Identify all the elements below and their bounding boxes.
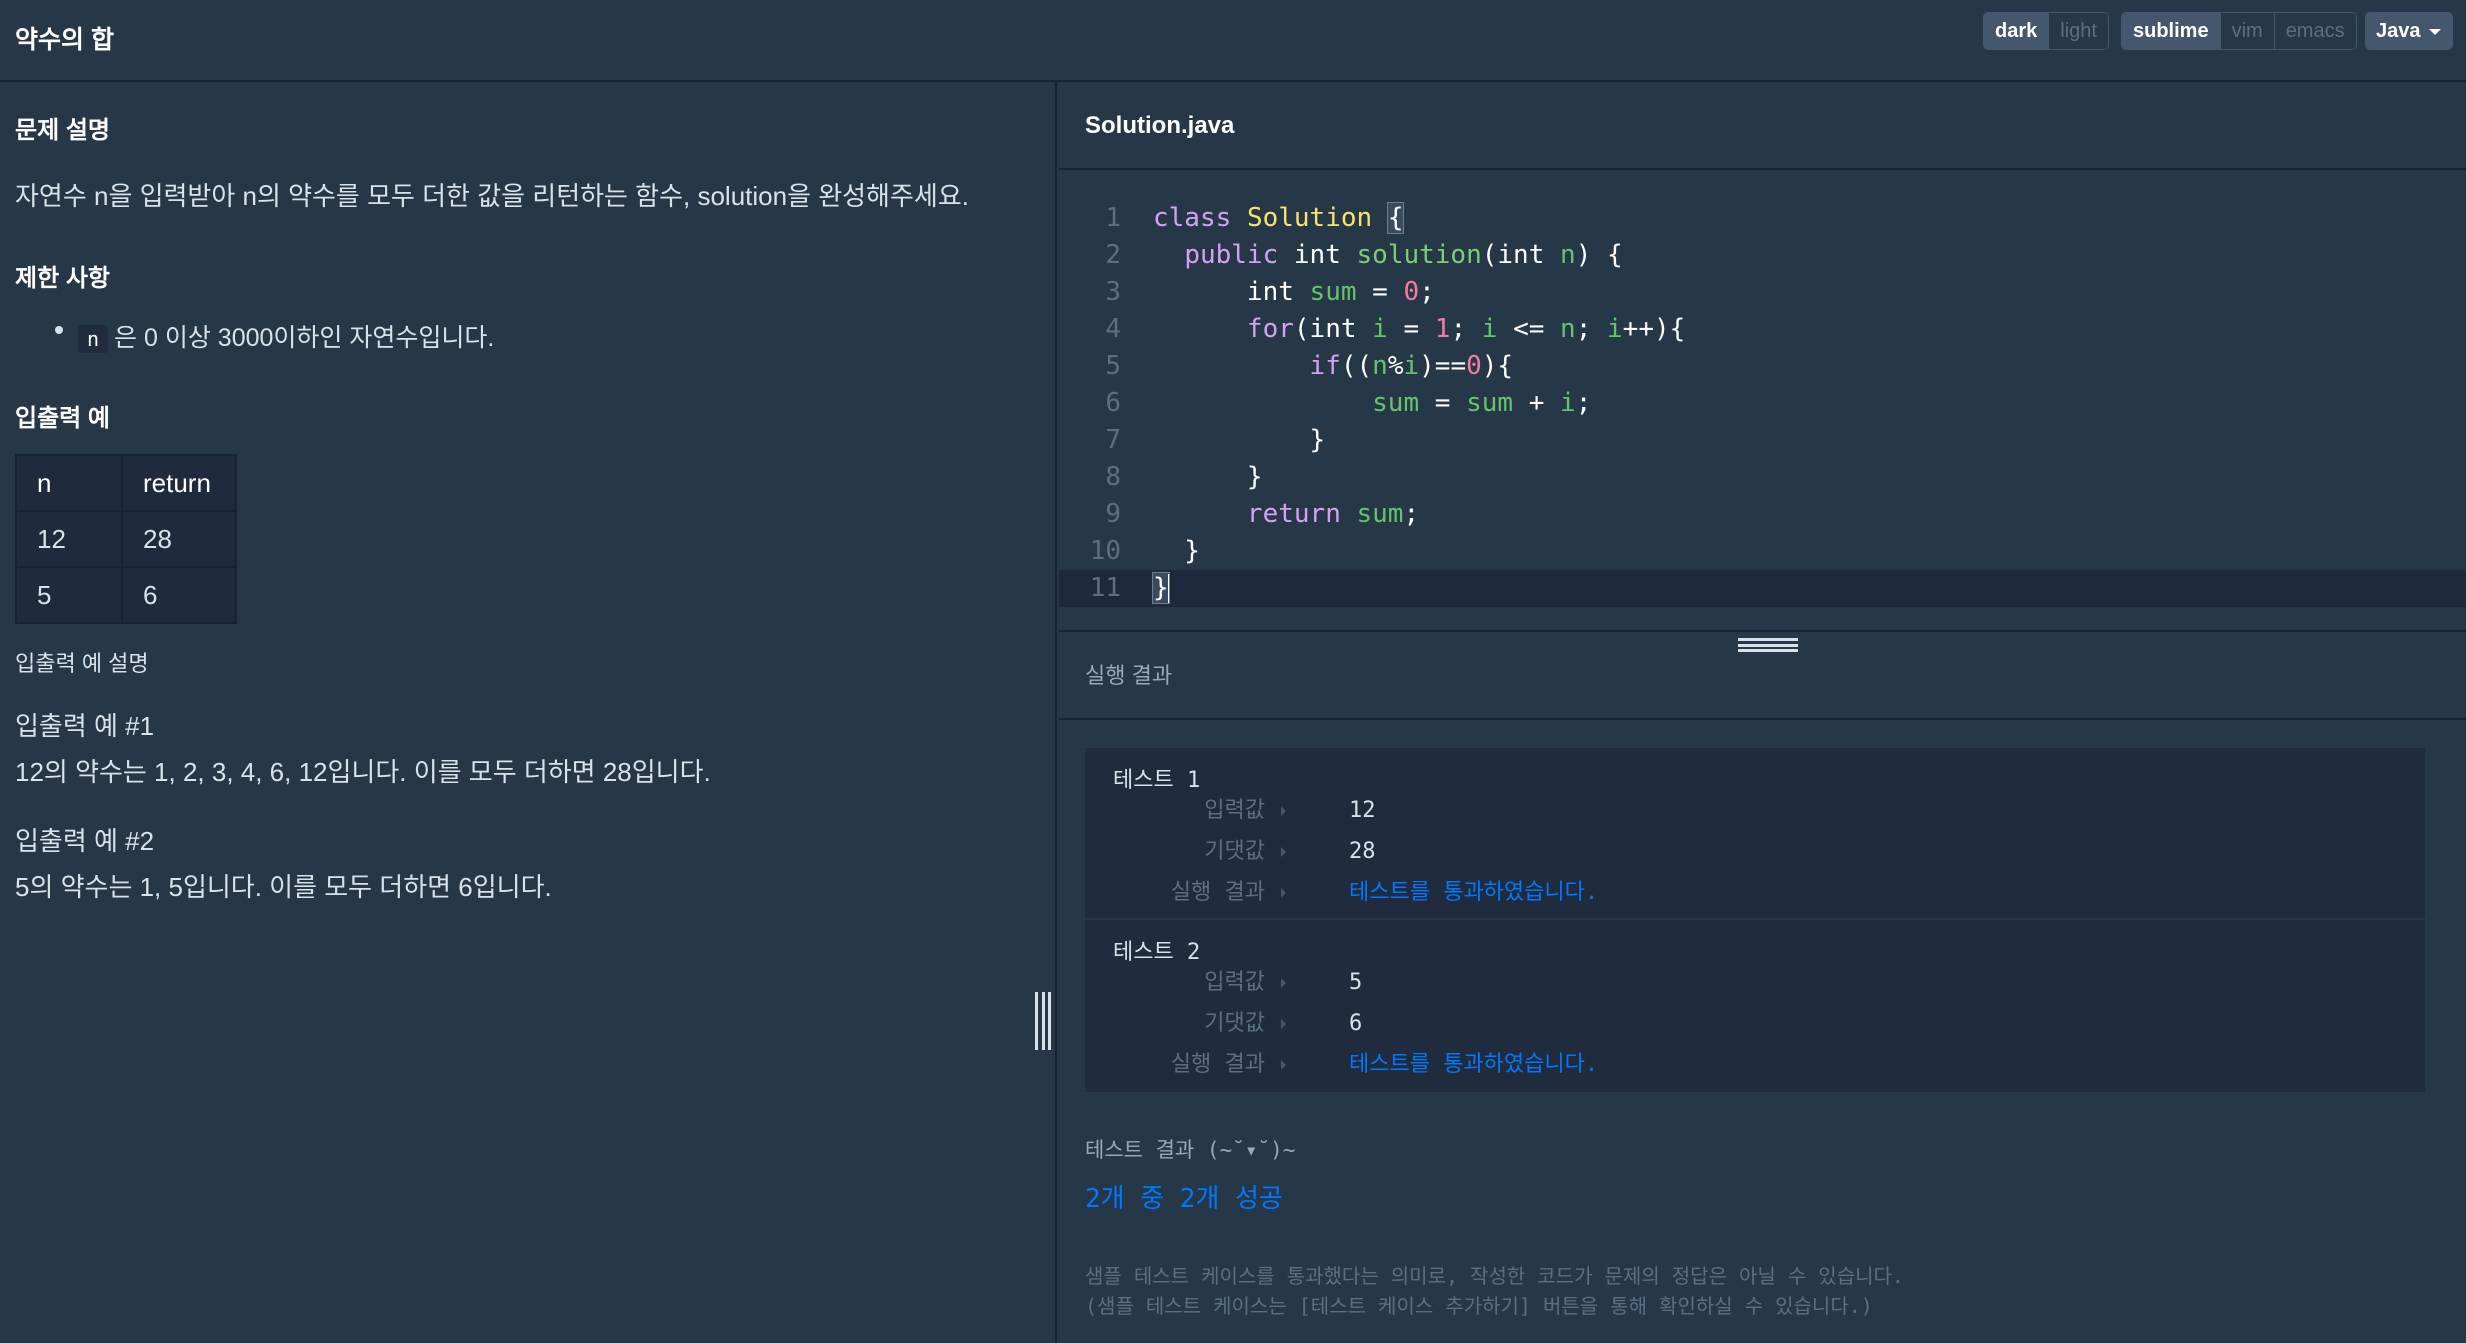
result-pass-text: 테스트를 통과하였습니다. [1349,880,1599,905]
example1-title: 입출력 예 #1 [15,711,155,741]
chevron-right-icon [1281,1019,1286,1029]
chevron-right-icon [1281,806,1286,816]
expected-label: 기댓값 [1204,1011,1265,1036]
example1-text: 12의 약수는 1, 2, 3, 4, 6, 12입니다. 이를 모두 더하면 … [15,757,711,787]
code-editor[interactable]: 1 class Solution { 2 public int solution(… [1059,200,2466,620]
constraint-item: n은 0 이상 3000이하인 자연수입니다. [78,318,494,354]
test-name: 테스트 1 [1113,768,1201,793]
code-line: 7 } [1105,425,1326,455]
constraint-text: 은 0 이상 3000이하인 자연수입니다. [114,324,495,352]
table-cell: 5 [15,566,123,624]
test-expected-row: 기댓값 6 [1085,1009,2425,1039]
code-line: 6 sum = sum + i; [1105,388,1592,418]
note-line: (샘플 테스트 케이스는 [테스트 케이스 추가하기] 버튼을 통해 확인하실 … [1085,1294,1873,1318]
test-case: 테스트 1 입력값 12 기댓값 28 실행 결과 테스트를 통과하였습니다. [1085,748,2425,920]
code-line: 3 int sum = 0; [1105,277,1435,307]
test-input-row: 입력값 12 [1085,796,2425,826]
input-label: 입력값 [1204,798,1265,823]
theme-dark-button[interactable]: dark [1984,13,2050,49]
test-input-row: 입력값 5 [1085,968,2425,998]
test-expected-row: 기댓값 28 [1085,837,2425,867]
code-line: 8 } [1105,462,1263,492]
input-value: 12 [1349,798,1376,823]
language-dropdown[interactable]: Java [2365,12,2453,50]
table-cell: 28 [121,510,237,568]
top-header: 약수의 합 dark light sublime vim emacs Java [0,0,2466,82]
test-results: 테스트 1 입력값 12 기댓값 28 실행 결과 테스트를 통과하였습니다. … [1085,748,2425,1092]
table-row: 12 28 [15,510,237,568]
io-example-table: n return 12 28 5 6 [15,454,237,624]
chevron-right-icon [1281,978,1286,988]
divider [1059,630,2466,632]
keymap-vim-button[interactable]: vim [2220,13,2275,49]
horizontal-resize-handle[interactable] [1738,638,1798,652]
expected-label: 기댓값 [1204,839,1265,864]
vertical-resize-handle[interactable] [1035,992,1051,1050]
expected-value: 6 [1349,1011,1363,1036]
section-description-heading: 문제 설명 [15,117,110,144]
table-header-n: n [15,454,123,512]
code-line: 10 } [1089,536,1200,566]
keymap-toggle: sublime vim emacs [2121,12,2357,50]
code-line: 1 class Solution { [1105,202,1405,234]
table-cell: 12 [15,510,123,568]
code-line: 4 for(int i = 1; i <= n; i++){ [1105,314,1686,344]
summary-result: 2개 중 2개 성공 [1085,1184,1283,1214]
summary-title: 테스트 결과 (~˘▾˘)~ [1085,1138,1296,1162]
bullet-icon [55,326,63,334]
language-label: Java [2376,20,2421,42]
note-line: 샘플 테스트 케이스를 통과했다는 의미로, 작성한 코드가 문제의 정답은 아… [1085,1264,1904,1288]
problem-title: 약수의 합 [15,26,114,54]
result-pass-text: 테스트를 통과하였습니다. [1349,1052,1599,1077]
chevron-right-icon [1281,847,1286,857]
caret-down-icon [2429,29,2441,35]
example2-title: 입출력 예 #2 [15,826,155,856]
test-result-row: 실행 결과 테스트를 통과하였습니다. [1085,878,2425,908]
file-name: Solution.java [1085,112,1235,139]
constraint-code: n [78,325,109,353]
code-line: 2 public int solution(int n) { [1105,240,1623,270]
section-examples-heading: 입출력 예 [15,405,110,432]
table-header-row: n return [15,454,237,512]
chevron-right-icon [1281,1060,1286,1070]
expected-value: 28 [1349,839,1376,864]
divider [1059,718,2466,720]
run-result-title: 실행 결과 [1085,663,1173,688]
code-line-active: 11} [1059,570,2466,607]
table-cell: 6 [121,566,237,624]
keymap-emacs-button[interactable]: emacs [2274,13,2356,49]
example2-text: 5의 약수는 1, 5입니다. 이를 모두 더하면 6입니다. [15,872,552,902]
theme-toggle: dark light [1983,12,2109,50]
keymap-sublime-button[interactable]: sublime [2122,13,2221,49]
input-value: 5 [1349,970,1363,995]
problem-description: 자연수 n을 입력받아 n의 약수를 모두 더한 값을 리턴하는 함수, sol… [15,181,969,211]
test-result-row: 실행 결과 테스트를 통과하였습니다. [1085,1050,2425,1080]
file-tab: Solution.java [1059,82,2466,170]
editor-panel: Solution.java 1 class Solution { 2 public… [1059,82,2466,1343]
theme-light-button[interactable]: light [2049,13,2108,49]
table-header-return: return [121,454,237,512]
section-constraints-heading: 제한 사항 [15,265,110,292]
test-name: 테스트 2 [1113,940,1201,965]
code-line: 5 if((n%i)==0){ [1105,351,1514,381]
text-cursor [1167,573,1170,604]
problem-panel[interactable]: 문제 설명 자연수 n을 입력받아 n의 약수를 모두 더한 값을 리턴하는 함… [0,82,1057,1343]
test-case: 테스트 2 입력값 5 기댓값 6 실행 결과 테스트를 통과하였습니다. [1085,920,2425,1092]
chevron-right-icon [1281,888,1286,898]
code-line: 9 return sum; [1105,499,1420,529]
table-row: 5 6 [15,566,237,624]
result-label: 실행 결과 [1170,880,1265,905]
result-label: 실행 결과 [1170,1052,1265,1077]
examples-explanation-title: 입출력 예 설명 [15,651,149,676]
input-label: 입력값 [1204,970,1265,995]
